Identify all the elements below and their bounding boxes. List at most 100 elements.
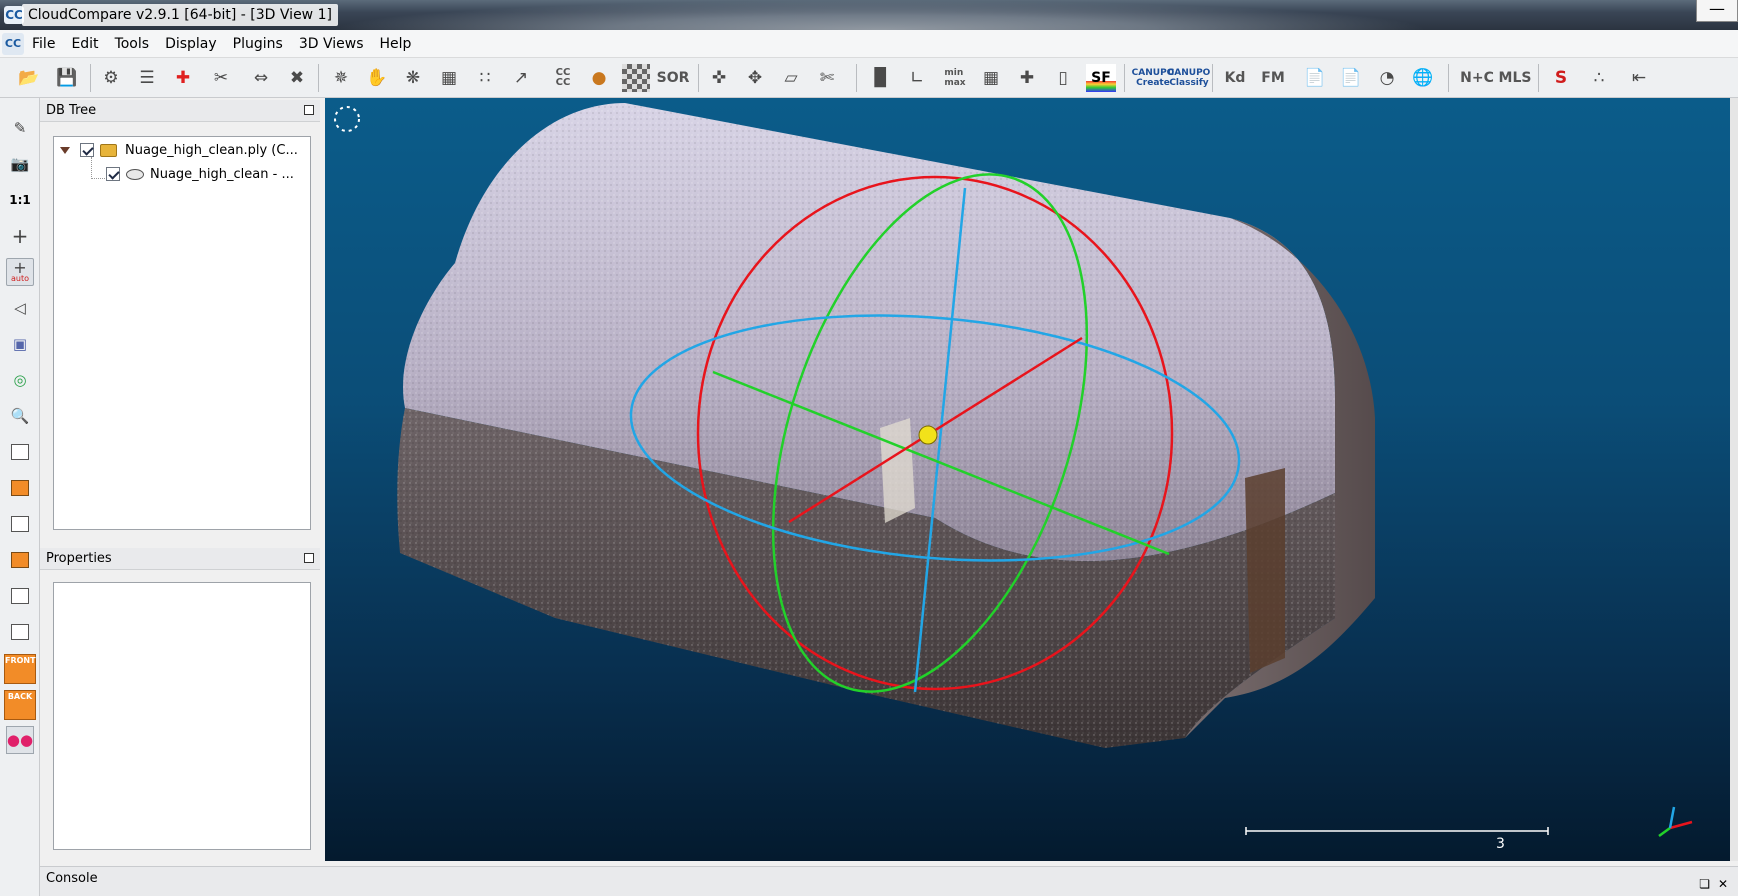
3d-view[interactable] (325, 98, 1738, 861)
move-icon[interactable]: ✥ (740, 64, 770, 92)
view-scrollbar[interactable] (1730, 98, 1738, 861)
desktop-background (330, 0, 1430, 30)
window-opening (880, 418, 915, 523)
scale-label: 3 (1496, 836, 1505, 852)
menu-edit[interactable]: Edit (63, 30, 106, 58)
document-icon[interactable]: 📄 (1300, 64, 1330, 92)
toolbar-separator (90, 64, 91, 92)
color-ring-icon[interactable]: ◎ (6, 366, 34, 394)
menu-plugins[interactable]: Plugins (225, 30, 291, 58)
add-sf-icon[interactable]: ✚ (1012, 64, 1042, 92)
cube-view-icon[interactable]: ▣ (6, 330, 34, 358)
front-view-button[interactable]: FRONT (4, 654, 36, 684)
stereo-icon[interactable]: ●● (6, 726, 34, 754)
cube-face (11, 588, 29, 604)
menu-tools[interactable]: Tools (107, 30, 158, 58)
noise-filter-icon[interactable]: ∷ (470, 64, 500, 92)
plane-icon[interactable]: ▱ (776, 64, 806, 92)
eyedropper-icon[interactable]: ✎ (6, 114, 34, 142)
tree-item-point-cloud[interactable]: Nuage_high_clean - ... (106, 164, 294, 184)
menu-help[interactable]: Help (371, 30, 419, 58)
tree-item-label: Nuage_high_clean.ply (C... (125, 142, 298, 158)
expand-arrow-icon[interactable] (60, 146, 70, 154)
visibility-checkbox[interactable] (80, 143, 94, 157)
normal-icon[interactable]: ↗ (506, 64, 536, 92)
globe-icon[interactable]: 🌐 (1408, 64, 1438, 92)
kd-tree-button[interactable]: Kd (1220, 64, 1250, 92)
view-top-icon[interactable] (9, 442, 31, 462)
camera-icon[interactable]: 📷 (6, 150, 34, 178)
title-bar: CC CloudCompare v2.9.1 [64-bit] - [3D Vi… (0, 0, 1738, 30)
main-toolbar: 📂 💾 ⚙ ☰ ✚ ✂ ⇔ ✖ ✵ ✋ ❋ ▦ ∷ ↗ CC CC ● SOR … (0, 58, 1738, 98)
canupo-classify-button[interactable]: CANUPO Classify (1168, 64, 1211, 92)
gear-icon[interactable]: ⚙ (96, 64, 126, 92)
menu-display[interactable]: Display (157, 30, 225, 58)
s-curve-icon[interactable]: S (1546, 64, 1576, 92)
zoom-icon[interactable]: 🔍 (6, 402, 34, 430)
perspective-icon[interactable]: ◁ (6, 294, 34, 322)
view-front-cube-icon[interactable] (9, 478, 31, 498)
pot-icon[interactable]: ● (584, 64, 614, 92)
float-panel-icon[interactable]: ❏ (1699, 872, 1710, 896)
close-icon[interactable]: ✕ (1718, 872, 1728, 896)
view-left-icon[interactable] (9, 514, 31, 534)
calculator-icon[interactable]: ▦ (976, 64, 1006, 92)
remove-sf-icon[interactable]: ▯ (1048, 64, 1078, 92)
hand-icon[interactable]: ✋ (362, 64, 392, 92)
histogram-icon[interactable]: ▉ (866, 64, 896, 92)
db-tree-panel[interactable]: Nuage_high_clean.ply (C... Nuage_high_cl… (53, 136, 311, 530)
cube-face (11, 516, 29, 532)
open-icon[interactable]: 📂 (14, 64, 44, 92)
save-icon[interactable]: 💾 (52, 64, 82, 92)
tree-item-ply-file[interactable]: Nuage_high_clean.ply (C... (60, 140, 298, 160)
crosshair-icon[interactable]: + (6, 222, 34, 250)
delete-icon[interactable]: ✖ (282, 64, 312, 92)
properties-title: Properties (46, 551, 112, 566)
float-panel-icon[interactable] (304, 105, 314, 115)
view-right-icon[interactable] (9, 550, 31, 570)
float-panel-icon[interactable] (304, 553, 314, 563)
pie-icon[interactable]: ◔ (1372, 64, 1402, 92)
canupo-create-button[interactable]: CANUPO Create (1132, 64, 1175, 92)
csv-icon[interactable]: 📄 (1336, 64, 1366, 92)
view-bottom-icon[interactable] (9, 586, 31, 606)
translate-rotate-icon[interactable]: ✚ (168, 64, 198, 92)
checkerboard-icon[interactable] (622, 64, 650, 92)
auto-pivot-button[interactable]: + auto (6, 258, 34, 286)
minmax-icon[interactable]: min max (940, 64, 970, 92)
loading-spinner (334, 106, 360, 132)
app-icon: CC (4, 6, 24, 24)
back-view-button[interactable]: BACK (4, 690, 36, 720)
toolbar-separator (1448, 64, 1449, 92)
tree-connector (91, 157, 105, 179)
sample-points-icon[interactable]: ✵ (326, 64, 356, 92)
normals-color-button[interactable]: N+C (1460, 64, 1494, 92)
properties-header: Properties (40, 548, 320, 570)
zoom-one-to-one-button[interactable]: 1:1 (6, 186, 34, 214)
subsample-icon[interactable]: ❋ (398, 64, 428, 92)
minimize-button[interactable]: — (1696, 0, 1738, 22)
export-icon[interactable]: ⇤ (1624, 64, 1654, 92)
curve-icon[interactable]: ∟ (902, 64, 932, 92)
mls-button[interactable]: MLS (1498, 64, 1532, 92)
cross-section-icon[interactable]: ✜ (704, 64, 734, 92)
merge-icon[interactable]: ⇔ (246, 64, 276, 92)
list-icon[interactable]: ☰ (132, 64, 162, 92)
segment-icon[interactable]: ✂ (206, 64, 236, 92)
menu-3d-views[interactable]: 3D Views (291, 30, 372, 58)
cube-face (11, 624, 29, 640)
scatter-icon[interactable]: ∴ (1584, 64, 1614, 92)
scalar-field-button[interactable]: SF (1086, 64, 1116, 92)
toolbar-separator (698, 64, 699, 92)
grid-icon[interactable]: ▦ (434, 64, 464, 92)
facets-button[interactable]: FM (1258, 64, 1288, 92)
scissors-icon[interactable]: ✄ (812, 64, 842, 92)
view-iso-icon[interactable] (9, 622, 31, 642)
visibility-checkbox[interactable] (106, 167, 120, 181)
sor-filter-button[interactable]: SOR (657, 64, 690, 92)
menu-file[interactable]: File (24, 30, 63, 58)
connected-components-icon[interactable]: CC CC (548, 64, 578, 92)
properties-panel[interactable] (53, 582, 311, 850)
console-header: Console ❏ ✕ (40, 866, 1738, 896)
menu-app-icon[interactable]: CC (2, 32, 24, 55)
